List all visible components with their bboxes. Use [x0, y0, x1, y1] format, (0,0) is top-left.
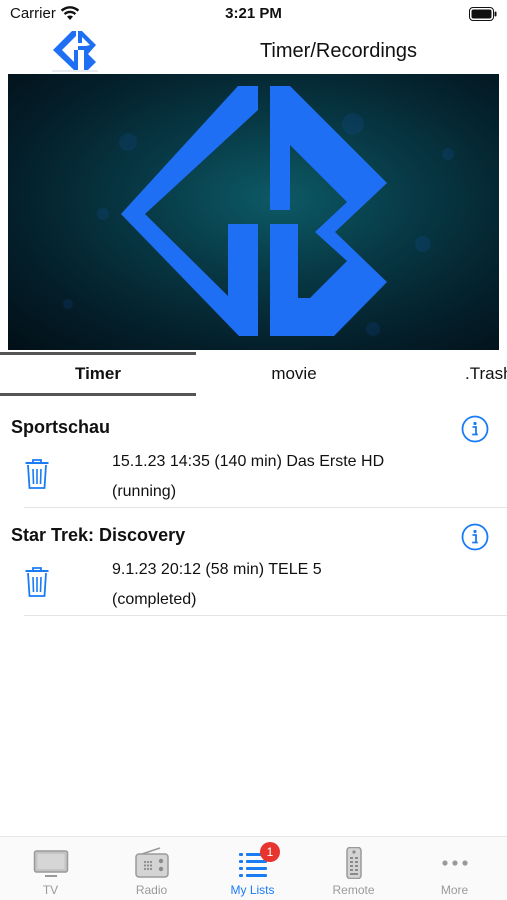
gb-logo-icon	[63, 86, 454, 336]
entry-title: Star Trek: Discovery	[11, 525, 186, 545]
tabbar-item-more[interactable]: More	[404, 843, 505, 899]
remote-icon	[346, 847, 362, 879]
tab-trash[interactable]: .Trash	[465, 352, 507, 396]
entry-details: 9.1.23 20:12 (58 min) TELE 5	[112, 561, 322, 578]
trash-icon[interactable]	[24, 458, 50, 490]
tab-movie[interactable]: movie	[196, 352, 392, 396]
tabbar-item-my-lists[interactable]: 1 My Lists	[202, 842, 303, 899]
trash-icon[interactable]	[24, 566, 50, 598]
entry-title: Sportschau	[11, 417, 111, 437]
tabbar-item-remote[interactable]: Remote	[303, 843, 404, 899]
status-time: 3:21 PM	[225, 5, 282, 22]
notification-badge: 1	[260, 842, 280, 862]
list-item[interactable]: Star Trek: Discovery 9.1.23 20:12 (58 mi…	[0, 508, 507, 616]
entry-status: (running)	[112, 483, 177, 500]
tabbar-label: TV	[42, 883, 59, 897]
info-icon[interactable]	[461, 415, 489, 443]
tabbar-label: More	[440, 883, 469, 897]
tab-timer[interactable]: Timer	[0, 352, 196, 396]
tabbar-label: Remote	[332, 883, 375, 897]
tabbar-label: Radio	[135, 883, 168, 897]
divider	[24, 615, 507, 616]
tabbar-item-tv[interactable]: TV	[0, 843, 101, 899]
info-icon[interactable]	[461, 523, 489, 551]
tabbar-label: My Lists	[230, 883, 275, 897]
stream-preview[interactable]	[8, 74, 499, 350]
page-title: Timer/Recordings	[259, 40, 418, 62]
list-tabs: Timer movie .Trash	[0, 352, 507, 396]
navigation-header: Timer/Recordings	[0, 28, 507, 74]
list-item[interactable]: Sportschau 15.1.23 14:35 (140 min) Das E…	[0, 400, 507, 508]
entry-details: 15.1.23 14:35 (140 min) Das Erste HD	[112, 453, 385, 470]
timer-list: Sportschau 15.1.23 14:35 (140 min) Das E…	[0, 400, 507, 616]
tabbar-item-radio[interactable]: Radio	[101, 843, 202, 899]
battery-icon	[469, 7, 497, 21]
status-bar: Carrier 3:21 PM	[0, 0, 507, 28]
radio-icon	[135, 847, 169, 878]
gb-logo-icon[interactable]	[50, 28, 100, 72]
bottom-tab-bar: TV Radio 1 My Lists Remote More	[0, 836, 507, 900]
tv-icon	[33, 850, 69, 877]
more-icon	[442, 860, 468, 866]
entry-status: (completed)	[112, 591, 197, 608]
